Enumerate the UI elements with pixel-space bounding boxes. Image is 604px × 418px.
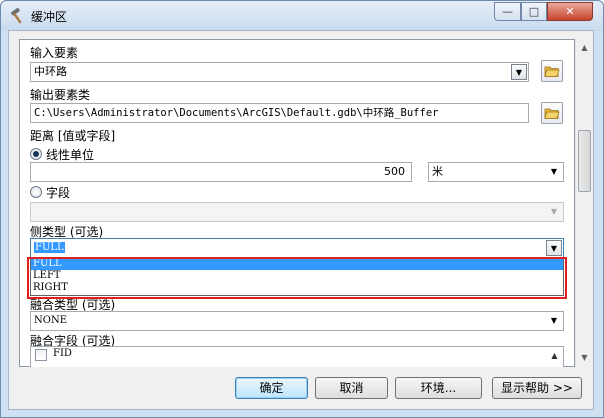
open-folder-icon: [544, 66, 560, 77]
field-radio-label: 字段: [46, 186, 71, 200]
output-features-input[interactable]: C:\Users\Administrator\Documents\ArcGIS\…: [30, 103, 529, 123]
scroll-up-icon[interactable]: ▲: [546, 347, 563, 364]
hammer-tool-icon: [9, 7, 27, 25]
dissolve-type-dropdown[interactable]: NONE ▼: [30, 311, 564, 331]
title-bar[interactable]: 缓冲区 — □ ✕: [1, 1, 603, 31]
chevron-down-icon[interactable]: ▼: [546, 240, 562, 256]
input-features-label: 输入要素: [30, 46, 79, 60]
distance-field-dropdown[interactable]: ▼: [30, 202, 564, 222]
show-help-button[interactable]: 显示帮助 >>: [492, 377, 582, 399]
input-features-dropdown[interactable]: 中环路 ▼: [30, 62, 529, 82]
distance-label: 距离 [值或字段]: [30, 129, 116, 143]
scroll-up-icon[interactable]: ▲: [576, 39, 593, 56]
maximize-button[interactable]: □: [521, 2, 547, 21]
chevron-down-icon[interactable]: ▼: [546, 164, 562, 180]
distance-unit-value: 米: [432, 165, 443, 178]
cancel-button[interactable]: 取消: [315, 377, 388, 399]
dissolve-field-item: FID: [53, 348, 72, 359]
linear-unit-radio[interactable]: [30, 148, 42, 160]
distance-value-input[interactable]: 500: [30, 162, 412, 182]
dissolve-field-list: [30, 346, 564, 367]
panel-scrollbar[interactable]: ▲ ▼: [575, 39, 592, 367]
dissolve-type-value: NONE: [34, 315, 67, 326]
scroll-down-icon[interactable]: ▼: [576, 349, 593, 366]
chevron-down-icon[interactable]: ▼: [546, 313, 562, 329]
output-features-browse-button[interactable]: [541, 102, 563, 124]
dissolve-field-scrollbar[interactable]: ▲: [546, 346, 563, 366]
side-type-dropdown[interactable]: FULL ▼: [30, 238, 564, 258]
chevron-down-icon[interactable]: ▼: [511, 64, 527, 80]
close-button[interactable]: ✕: [547, 2, 593, 21]
ok-button[interactable]: 确定: [235, 377, 308, 399]
linear-unit-label: 线性单位: [46, 148, 95, 162]
annotation-highlight-box: [27, 257, 567, 299]
chevron-down-icon[interactable]: ▼: [546, 204, 562, 220]
minimize-button[interactable]: —: [494, 2, 521, 21]
output-features-label: 输出要素类: [30, 88, 91, 102]
input-features-browse-button[interactable]: [541, 60, 563, 82]
field-radio[interactable]: [30, 186, 42, 198]
fid-checkbox[interactable]: [35, 349, 47, 361]
window-title: 缓冲区: [31, 10, 68, 24]
environments-button[interactable]: 环境...: [395, 377, 482, 399]
input-features-value: 中环路: [34, 65, 67, 78]
side-type-value: FULL: [34, 242, 65, 253]
open-folder-icon: [544, 108, 560, 119]
distance-unit-dropdown[interactable]: 米 ▼: [428, 162, 564, 182]
scrollbar-thumb[interactable]: [578, 130, 591, 192]
